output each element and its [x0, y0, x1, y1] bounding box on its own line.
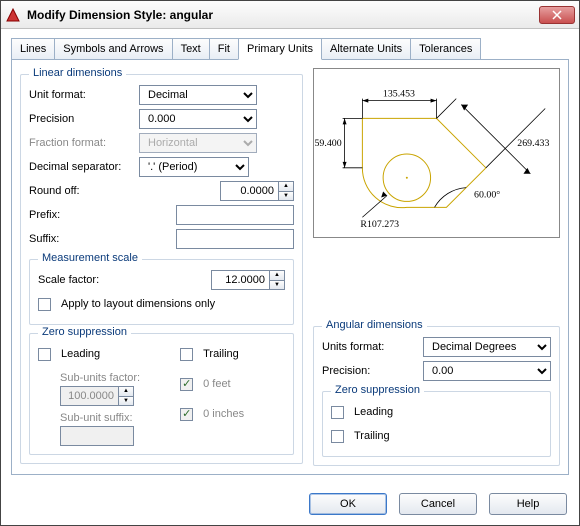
label-apply-layout: Apply to layout dimensions only — [61, 298, 215, 310]
tabstrip: Lines Symbols and Arrows Text Fit Primar… — [11, 37, 569, 59]
label-suffix: Suffix: — [29, 233, 89, 245]
spin-up-scale[interactable]: ▲ — [269, 270, 285, 280]
group-angular-dimensions: Angular dimensions Units format: Decimal… — [313, 326, 560, 466]
group-title-angular: Angular dimensions — [322, 319, 427, 331]
input-prefix[interactable] — [176, 205, 294, 225]
tab-panel: Linear dimensions Unit format: Decimal P… — [11, 59, 569, 475]
svg-text:269.433: 269.433 — [517, 138, 549, 149]
label-trailing: Trailing — [203, 348, 239, 360]
close-button[interactable] — [539, 6, 575, 24]
tab-primary-units[interactable]: Primary Units — [238, 38, 322, 60]
spin-down-scale[interactable]: ▼ — [269, 280, 285, 291]
label-ang-units-format: Units format: — [322, 341, 417, 353]
select-fraction-format: Horizontal — [139, 133, 257, 153]
cancel-button[interactable]: Cancel — [399, 493, 477, 515]
tab-symbols[interactable]: Symbols and Arrows — [54, 38, 172, 60]
checkbox-ang-trailing[interactable] — [331, 430, 344, 443]
checkbox-0inches — [180, 408, 193, 421]
svg-text:159.400: 159.400 — [314, 138, 342, 149]
ok-button[interactable]: OK — [309, 493, 387, 515]
label-subunit-suffix: Sub-unit suffix: — [60, 412, 140, 424]
app-icon — [5, 7, 21, 23]
spin-up-subunits: ▲ — [118, 386, 134, 396]
input-round-off[interactable] — [220, 181, 278, 201]
label-leading: Leading — [61, 348, 100, 360]
group-title-zero: Zero suppression — [38, 326, 131, 338]
select-precision[interactable]: 0.000 — [139, 109, 257, 129]
dialog-button-row: OK Cancel Help — [1, 483, 579, 525]
label-ang-trailing: Trailing — [354, 430, 390, 442]
spin-up-roundoff[interactable]: ▲ — [278, 181, 294, 191]
tab-tolerances[interactable]: Tolerances — [410, 38, 481, 60]
checkbox-ang-leading[interactable] — [331, 406, 344, 419]
svg-text:60.00°: 60.00° — [474, 189, 500, 200]
group-zero-suppression: Zero suppression Leading Sub-units facto… — [29, 333, 294, 455]
input-subunit-suffix — [60, 426, 134, 446]
checkbox-trailing[interactable] — [180, 348, 193, 361]
checkbox-leading[interactable] — [38, 348, 51, 361]
label-precision: Precision — [29, 113, 133, 125]
group-linear-dimensions: Linear dimensions Unit format: Decimal P… — [20, 74, 303, 464]
group-measurement-scale: Measurement scale Scale factor: ▲ ▼ — [29, 259, 294, 325]
spin-down-roundoff[interactable]: ▼ — [278, 191, 294, 202]
label-decimal-separator: Decimal separator: — [29, 161, 133, 173]
select-decimal-separator[interactable]: '.' (Period) — [139, 157, 249, 177]
group-title-ang-zero: Zero suppression — [331, 384, 424, 396]
label-unit-format: Unit format: — [29, 89, 133, 101]
tab-alternate-units[interactable]: Alternate Units — [321, 38, 411, 60]
group-title-linear: Linear dimensions — [29, 67, 126, 79]
help-button[interactable]: Help — [489, 493, 567, 515]
label-fraction-format: Fraction format: — [29, 137, 133, 149]
titlebar: Modify Dimension Style: angular — [1, 1, 579, 29]
label-subunits-factor: Sub-units factor: — [60, 372, 140, 384]
tab-fit[interactable]: Fit — [209, 38, 239, 60]
input-subunits-factor — [60, 386, 118, 406]
tab-lines[interactable]: Lines — [11, 38, 55, 60]
input-scale-factor[interactable] — [211, 270, 269, 290]
dimension-preview: 135.453 159.400 — [313, 68, 560, 238]
label-ang-precision: Precision: — [322, 365, 417, 377]
label-0inches: 0 inches — [203, 408, 244, 420]
window-title: Modify Dimension Style: angular — [27, 8, 539, 22]
label-round-off: Round off: — [29, 185, 133, 197]
tab-text[interactable]: Text — [172, 38, 210, 60]
label-scale-factor: Scale factor: — [38, 274, 142, 286]
label-ang-leading: Leading — [354, 406, 393, 418]
checkbox-apply-layout[interactable] — [38, 298, 51, 311]
svg-text:R107.273: R107.273 — [360, 219, 399, 230]
group-title-mscale: Measurement scale — [38, 252, 142, 264]
input-suffix[interactable] — [176, 229, 294, 249]
label-prefix: Prefix: — [29, 209, 89, 221]
select-ang-precision[interactable]: 0.00 — [423, 361, 551, 381]
label-0feet: 0 feet — [203, 378, 231, 390]
svg-text:135.453: 135.453 — [383, 89, 415, 100]
checkbox-0feet — [180, 378, 193, 391]
select-unit-format[interactable]: Decimal — [139, 85, 257, 105]
select-ang-units-format[interactable]: Decimal Degrees — [423, 337, 551, 357]
group-ang-zero-suppression: Zero suppression Leading Trailing — [322, 391, 551, 457]
spin-down-subunits: ▼ — [118, 396, 134, 407]
dialog-window: Modify Dimension Style: angular Lines Sy… — [0, 0, 580, 526]
